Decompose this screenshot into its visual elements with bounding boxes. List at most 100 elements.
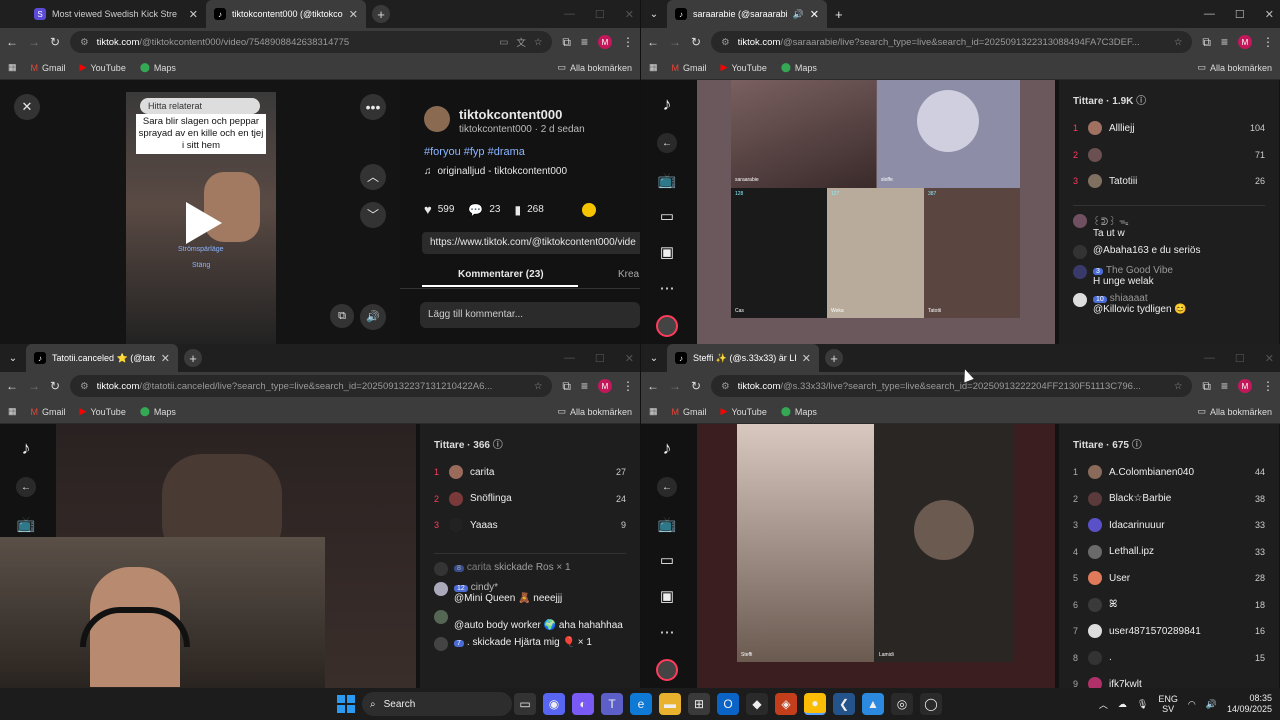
bookmark-maps[interactable]: ⬤ Maps	[781, 62, 817, 73]
hashtags[interactable]: #foryou #fyp #drama	[424, 146, 525, 158]
live-tv-icon[interactable]: 📺	[17, 515, 36, 533]
wifi-icon[interactable]: ◠	[1188, 699, 1196, 710]
start-button[interactable]	[337, 695, 355, 713]
audio-icon[interactable]: 🔊	[793, 9, 804, 20]
office-icon[interactable]: ◈	[775, 693, 797, 715]
mic-icon[interactable]: 🎙	[1137, 699, 1148, 710]
site-info-icon[interactable]: ⚙	[80, 381, 89, 392]
extensions-icon[interactable]: ⧉	[562, 379, 571, 394]
address-bar[interactable]: ⚙ tiktok.com/@tatotii.canceled/live?sear…	[70, 375, 553, 397]
tab-creator[interactable]: Krea	[618, 269, 639, 280]
bookmark-youtube[interactable]: ▶ YouTube	[721, 62, 767, 73]
live-stream-grid[interactable]: Steffi Lamidi	[697, 424, 1055, 688]
bookmark-star-icon[interactable]: ☆	[534, 37, 543, 48]
close-icon[interactable]: ✕	[161, 352, 170, 365]
viewer-row[interactable]: 5 User 28	[1073, 565, 1265, 592]
comment-button[interactable]: 💬 23	[468, 203, 500, 217]
bookmark-youtube[interactable]: ▶ YouTube	[80, 406, 126, 417]
teams-icon[interactable]: T	[601, 693, 623, 715]
all-bookmarks[interactable]: ▭ Alla bokmärken	[1197, 406, 1272, 417]
bookmark-star-icon[interactable]: ☆	[1174, 381, 1183, 392]
discord-icon[interactable]: ◉	[543, 693, 565, 715]
bookmark-maps[interactable]: ⬤ Maps	[140, 406, 176, 417]
close-window-icon[interactable]: ✕	[625, 352, 634, 365]
close-window-icon[interactable]: ✕	[625, 8, 634, 21]
tiktok-logo-icon[interactable]: ♪	[22, 438, 31, 459]
tab-search-icon[interactable]: ⌄	[641, 353, 667, 364]
chat-user[interactable]: cindy*	[471, 582, 498, 593]
play-icon[interactable]	[186, 202, 222, 244]
reload-icon[interactable]: ↻	[691, 379, 701, 393]
menu-icon[interactable]: ⋮	[622, 35, 634, 49]
viewer-row[interactable]: 6 ꕤ 18	[1073, 592, 1265, 619]
vpn-icon[interactable]: ◆	[746, 693, 768, 715]
apps-icon[interactable]: ▦	[8, 406, 17, 417]
cam-tile-3[interactable]	[731, 188, 827, 318]
photos-icon[interactable]: ▲	[862, 693, 884, 715]
bookmark-star-icon[interactable]: ☆	[1174, 37, 1183, 48]
more-icon[interactable]: ⋯	[660, 279, 675, 297]
reload-icon[interactable]: ↻	[50, 379, 60, 393]
bookmark-gmail[interactable]: M Gmail	[672, 407, 707, 417]
reload-icon[interactable]: ↻	[691, 35, 701, 49]
tray-chevron-icon[interactable]: ︿	[1099, 698, 1108, 711]
minimize-icon[interactable]: —	[564, 352, 575, 364]
file-explorer-icon[interactable]: ▬	[659, 693, 681, 715]
translate-icon[interactable]: 文	[516, 35, 526, 49]
address-bar[interactable]: ⚙ tiktok.com/@tiktokcontent000/video/754…	[70, 31, 553, 53]
info-icon[interactable]: ⓘ	[493, 440, 503, 451]
site-info-icon[interactable]: ⚙	[721, 381, 730, 392]
new-tab-button[interactable]: +	[835, 7, 843, 22]
explore-icon[interactable]: ▣	[660, 587, 674, 605]
taskbar-search[interactable]: ⌕ Search	[362, 692, 512, 716]
site-info-icon[interactable]: ⚙	[721, 37, 730, 48]
chat-user[interactable]: ꒰ᕲ꒱ ᯓ	[1093, 214, 1129, 228]
viewer-row[interactable]: 3 Idacarinuuur 33	[1073, 512, 1265, 539]
explore-icon[interactable]: ▣	[660, 243, 674, 261]
minimize-icon[interactable]: —	[1204, 8, 1215, 20]
miniplayer-button[interactable]: ⧉	[330, 304, 354, 328]
all-bookmarks[interactable]: ▭ Alla bokmärken	[1197, 62, 1272, 73]
maximize-icon[interactable]: ☐	[595, 352, 605, 365]
tab-tatotii[interactable]: ♪ Tatotii.canceled ⭐ (@tatotii.ca ✕	[26, 344, 178, 372]
apps-icon[interactable]: ▦	[649, 62, 658, 73]
close-icon[interactable]: ✕	[189, 8, 198, 21]
media-icon[interactable]: ≡	[581, 35, 588, 49]
find-related-button[interactable]: Hitta relaterat	[140, 98, 260, 114]
back-icon[interactable]: ←	[6, 35, 18, 49]
music-row[interactable]: ♫ originalljud - tiktokcontent000	[424, 166, 567, 177]
tab-comments[interactable]: Kommentarer (23)	[458, 269, 544, 280]
volume-button[interactable]: 🔊	[360, 304, 386, 330]
minimize-icon[interactable]: —	[564, 8, 575, 20]
store-icon[interactable]: ⊞	[688, 693, 710, 715]
back-circle-icon[interactable]: ←	[16, 477, 36, 497]
close-window-icon[interactable]: ✕	[1265, 352, 1274, 365]
maximize-icon[interactable]: ☐	[1235, 352, 1245, 365]
maximize-icon[interactable]: ☐	[595, 8, 605, 21]
profile-avatar[interactable]: M	[598, 35, 612, 49]
bookmark-maps[interactable]: ⬤ Maps	[781, 406, 817, 417]
tab-saraarabie[interactable]: ♪ saraarabie (@saraarabie) är 🔊 ✕	[667, 0, 827, 28]
volume-icon[interactable]: 🔊	[1206, 699, 1217, 710]
info-icon[interactable]: ⓘ	[1132, 440, 1142, 451]
clock[interactable]: 08:35 14/09/2025	[1227, 693, 1272, 715]
all-bookmarks[interactable]: ▭ Alla bokmärken	[557, 62, 632, 73]
vscode-icon[interactable]: ❮	[833, 693, 855, 715]
extensions-icon[interactable]: ⧉	[1202, 379, 1211, 394]
viewer-row[interactable]: 1 carita 27	[434, 459, 626, 486]
viewer-row[interactable]: 8. 15	[1073, 645, 1265, 672]
viewer-row[interactable]: 3 Yaaas 9	[434, 512, 626, 539]
cast-icon[interactable]: ▭	[499, 37, 508, 48]
site-info-icon[interactable]: ⚙	[80, 37, 89, 48]
forward-icon[interactable]: →	[28, 35, 40, 49]
chrome-icon[interactable]: ●	[804, 693, 826, 715]
live-badge-avatar[interactable]	[656, 659, 678, 681]
forward-icon[interactable]: →	[28, 379, 40, 393]
viewer-row[interactable]: 2 Black☆Barbie 38	[1073, 486, 1265, 513]
cam-tile-1[interactable]	[737, 424, 874, 662]
address-bar[interactable]: ⚙ tiktok.com/@s.33x33/live?search_type=l…	[711, 375, 1193, 397]
tiktok-logo-icon[interactable]: ♪	[663, 94, 672, 115]
new-tab-button[interactable]: +	[825, 349, 843, 367]
bookmark-star-icon[interactable]: ☆	[534, 381, 543, 392]
new-tab-button[interactable]: +	[372, 5, 390, 23]
